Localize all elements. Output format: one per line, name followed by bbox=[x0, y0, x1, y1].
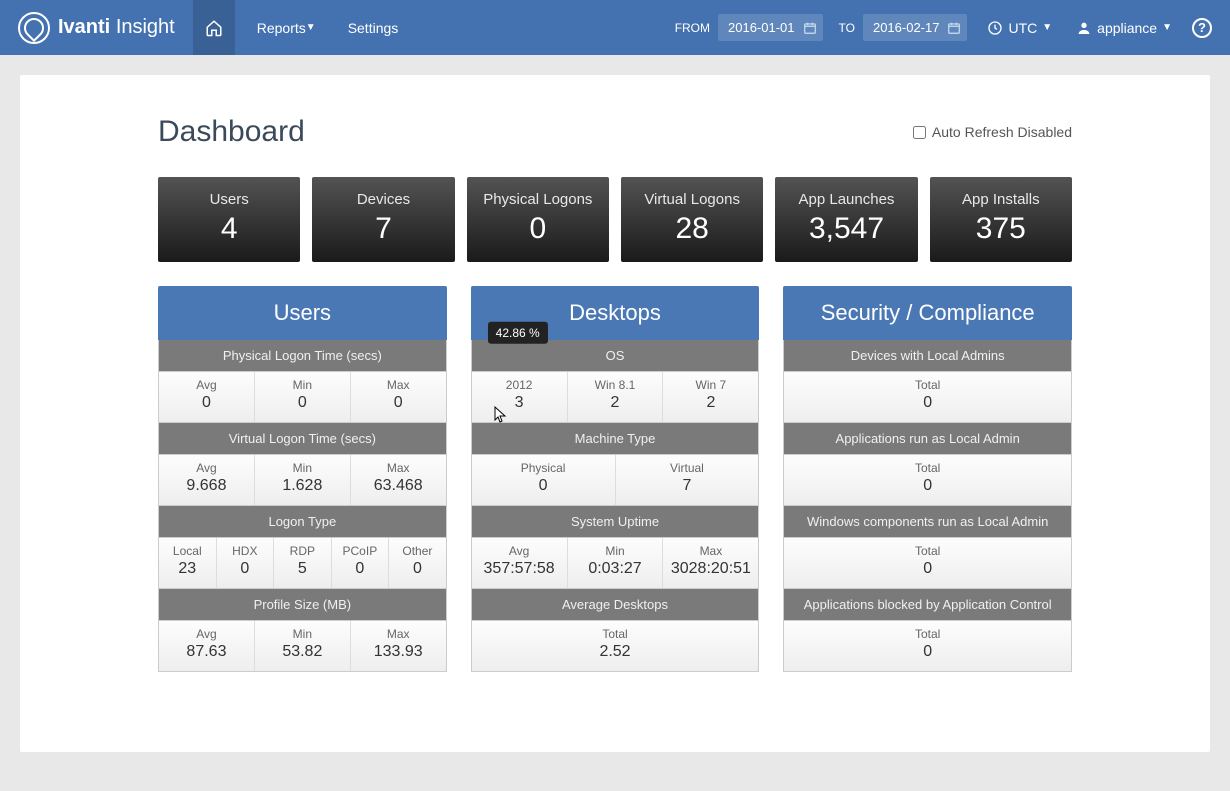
os-2012-cell[interactable]: 2012 3 bbox=[472, 372, 568, 422]
chevron-down-icon: ▼ bbox=[1042, 22, 1052, 33]
date-from-input[interactable]: 2016-01-01 bbox=[718, 14, 823, 41]
users-column: Users Physical Logon Time (secs) Avg0 Mi… bbox=[158, 286, 447, 672]
chevron-down-icon: ▼ bbox=[1162, 22, 1172, 33]
tile-app-installs[interactable]: App Installs375 bbox=[930, 177, 1072, 262]
home-icon bbox=[205, 19, 223, 37]
calendar-icon bbox=[803, 21, 817, 35]
auto-refresh-checkbox[interactable] bbox=[913, 126, 926, 139]
virt-logon-title: Virtual Logon Time (secs) bbox=[158, 423, 447, 455]
security-header[interactable]: Security / Compliance bbox=[783, 286, 1072, 340]
calendar-icon bbox=[947, 21, 961, 35]
users-header[interactable]: Users bbox=[158, 286, 447, 340]
avg-desktops-row[interactable]: Total2.52 bbox=[471, 621, 760, 672]
logon-type-title: Logon Type bbox=[158, 506, 447, 538]
nav-reports[interactable]: Reports ▼ bbox=[241, 0, 332, 55]
desktops-column: Desktops 42.86 % OS 2012 3 Win 8.12 Win … bbox=[471, 286, 760, 672]
summary-tiles: Users4 Devices7 Physical Logons0 Virtual… bbox=[158, 177, 1072, 262]
local-admins-title: Devices with Local Admins bbox=[783, 340, 1072, 372]
avg-desktops-title: Average Desktops bbox=[471, 589, 760, 621]
machine-row[interactable]: Physical0 Virtual7 bbox=[471, 455, 760, 506]
navbar: Ivanti Insight Reports ▼ Settings FROM 2… bbox=[0, 0, 1230, 55]
os-title: 42.86 % OS bbox=[471, 340, 760, 372]
user-menu[interactable]: appliance ▼ bbox=[1064, 20, 1184, 36]
from-label: FROM bbox=[675, 21, 710, 35]
tile-users[interactable]: Users4 bbox=[158, 177, 300, 262]
profile-title: Profile Size (MB) bbox=[158, 589, 447, 621]
help-button[interactable]: ? bbox=[1192, 18, 1212, 38]
logon-type-row[interactable]: Local23 HDX0 RDP5 PCoIP0 Other0 bbox=[158, 538, 447, 589]
brand-text: Ivanti Insight bbox=[58, 16, 175, 39]
tile-virtual-logons[interactable]: Virtual Logons28 bbox=[621, 177, 763, 262]
brand-logo[interactable]: Ivanti Insight bbox=[18, 12, 175, 44]
tile-physical-logons[interactable]: Physical Logons0 bbox=[467, 177, 609, 262]
user-icon bbox=[1076, 20, 1092, 36]
phys-logon-title: Physical Logon Time (secs) bbox=[158, 340, 447, 372]
security-column: Security / Compliance Devices with Local… bbox=[783, 286, 1072, 672]
profile-row[interactable]: Avg87.63 Min53.82 Max133.93 bbox=[158, 621, 447, 672]
os-tooltip: 42.86 % bbox=[488, 322, 548, 344]
uptime-row[interactable]: Avg357:57:58 Min0:03:27 Max3028:20:51 bbox=[471, 538, 760, 589]
blocked-title: Applications blocked by Application Cont… bbox=[783, 589, 1072, 621]
clock-icon bbox=[987, 20, 1003, 36]
timezone-selector[interactable]: UTC ▼ bbox=[975, 20, 1064, 36]
tile-app-launches[interactable]: App Launches3,547 bbox=[775, 177, 917, 262]
auto-refresh-toggle[interactable]: Auto Refresh Disabled bbox=[913, 124, 1072, 140]
brand-icon bbox=[18, 12, 50, 44]
local-admins-row[interactable]: Total0 bbox=[783, 372, 1072, 423]
page-title: Dashboard bbox=[158, 115, 305, 149]
main-content: Dashboard Auto Refresh Disabled Users4 D… bbox=[20, 75, 1210, 752]
date-to-input[interactable]: 2016-02-17 bbox=[863, 14, 968, 41]
win-admin-title: Windows components run as Local Admin bbox=[783, 506, 1072, 538]
chevron-down-icon: ▼ bbox=[306, 22, 316, 33]
win-admin-row[interactable]: Total0 bbox=[783, 538, 1072, 589]
auto-refresh-label: Auto Refresh Disabled bbox=[932, 124, 1072, 140]
apps-admin-row[interactable]: Total0 bbox=[783, 455, 1072, 506]
home-button[interactable] bbox=[193, 0, 235, 55]
blocked-row[interactable]: Total0 bbox=[783, 621, 1072, 672]
virt-logon-row[interactable]: Avg9.668 Min1.628 Max63.468 bbox=[158, 455, 447, 506]
os-row[interactable]: 2012 3 Win 8.12 Win 72 bbox=[471, 372, 760, 423]
phys-logon-row[interactable]: Avg0 Min0 Max0 bbox=[158, 372, 447, 423]
nav-settings[interactable]: Settings bbox=[332, 0, 415, 55]
apps-admin-title: Applications run as Local Admin bbox=[783, 423, 1072, 455]
to-label: TO bbox=[839, 21, 855, 35]
uptime-title: System Uptime bbox=[471, 506, 760, 538]
machine-title: Machine Type bbox=[471, 423, 760, 455]
tile-devices[interactable]: Devices7 bbox=[312, 177, 454, 262]
